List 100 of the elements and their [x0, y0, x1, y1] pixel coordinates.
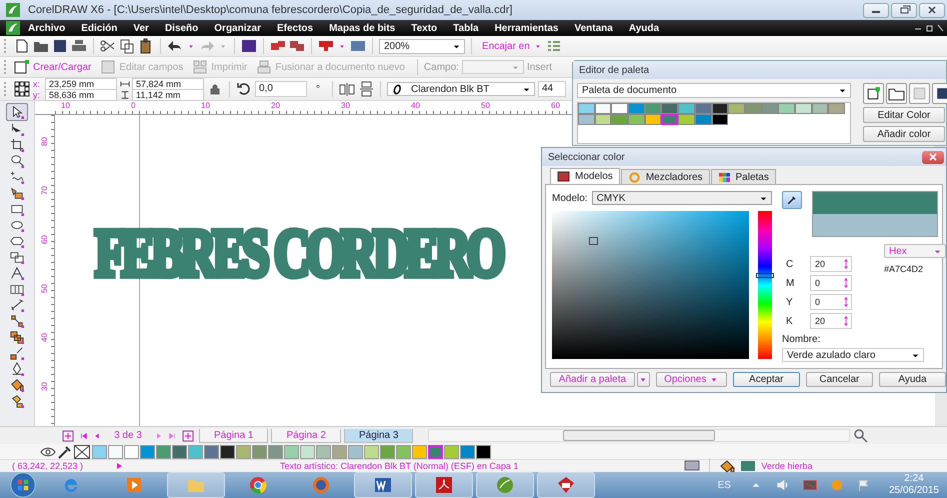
menu-item[interactable]: Diseño — [156, 22, 206, 34]
color-swatch[interactable] — [628, 114, 645, 125]
pointer-icon[interactable] — [6, 103, 28, 121]
field-dropdown[interactable] — [462, 60, 524, 74]
page-tab[interactable]: Página 1 — [199, 428, 268, 442]
channel-spinbox[interactable]: 0 — [810, 275, 852, 291]
color-swatch[interactable] — [236, 444, 251, 458]
new-document-icon[interactable] — [14, 38, 30, 54]
color-swatch[interactable] — [444, 444, 459, 458]
color-swatch[interactable] — [828, 103, 845, 114]
restore-button[interactable] — [891, 2, 917, 18]
color-swatch[interactable] — [188, 444, 203, 458]
menu-item[interactable]: Ver — [125, 22, 157, 34]
word-icon[interactable] — [354, 472, 412, 498]
dialog-tab[interactable]: Modelos — [550, 168, 620, 184]
artistic-text[interactable]: FEBRES CORDERO — [95, 219, 502, 286]
options-icon[interactable] — [546, 38, 562, 54]
color-field[interactable] — [552, 211, 749, 359]
menu-item[interactable]: Efectos — [268, 22, 322, 34]
accept-button[interactable]: Aceptar — [732, 372, 800, 387]
color-swatch[interactable] — [594, 114, 612, 125]
color-swatch[interactable] — [172, 444, 187, 458]
color-swatch[interactable] — [124, 444, 139, 458]
start-button[interactable] — [8, 472, 38, 498]
model-dropdown[interactable]: CMYK — [592, 191, 772, 205]
menu-item[interactable]: Edición — [73, 22, 126, 34]
dialog-button[interactable]: Cancelar — [806, 372, 873, 387]
page-tab[interactable]: Página 2 — [271, 428, 341, 442]
scroll-thumb[interactable] — [563, 430, 716, 441]
color-swatch[interactable] — [252, 444, 267, 458]
dropdown-button[interactable] — [636, 372, 650, 387]
menu-item[interactable]: Tabla — [445, 22, 487, 34]
new-palette-icon[interactable] — [863, 83, 884, 104]
close-button[interactable] — [919, 2, 945, 18]
color-swatch[interactable] — [712, 114, 728, 125]
dialog-button[interactable]: Ayuda — [878, 372, 946, 387]
no-color-swatch[interactable] — [74, 444, 90, 458]
zoom-dropdown[interactable]: 200% — [379, 38, 465, 54]
color-swatch[interactable] — [611, 103, 628, 114]
copy-icon[interactable] — [119, 38, 135, 54]
minimize-button[interactable] — [863, 2, 889, 18]
color-swatch[interactable] — [712, 103, 728, 114]
color-swatch[interactable] — [108, 444, 123, 458]
add-page-icon[interactable] — [180, 428, 196, 444]
color-swatch[interactable] — [578, 114, 595, 125]
color-swatch[interactable] — [348, 444, 363, 458]
color-swatch[interactable] — [678, 114, 695, 125]
color-swatch[interactable] — [284, 444, 299, 458]
palette-button[interactable]: Editar Color — [863, 107, 945, 123]
triangle-icon[interactable] — [114, 461, 124, 471]
palette-dropdown[interactable]: Paleta de documento — [577, 83, 851, 98]
hue-thumb[interactable] — [756, 273, 774, 278]
page-tab[interactable]: Página 3 — [344, 428, 414, 442]
mirror-vertical-icon[interactable] — [358, 81, 374, 97]
close-button[interactable] — [922, 150, 944, 164]
color-name-dropdown[interactable]: Verde azulado claro — [782, 348, 924, 362]
color-swatch[interactable] — [300, 444, 315, 458]
dialog-tab[interactable]: Paletas — [710, 169, 776, 184]
reference-point-icon[interactable] — [14, 81, 30, 97]
color-swatch[interactable] — [476, 444, 491, 458]
menu-item[interactable]: Herramientas — [486, 22, 566, 34]
color-swatch[interactable] — [611, 114, 628, 125]
export-icon[interactable] — [289, 38, 305, 54]
color-swatch[interactable] — [460, 444, 475, 458]
menu-item[interactable]: Organizar — [206, 22, 269, 34]
color-swatch[interactable] — [316, 444, 331, 458]
palette-button[interactable]: Añadir color — [863, 126, 945, 142]
dialog-tab[interactable]: Mezcladores — [620, 169, 710, 184]
channel-spinbox[interactable]: 20 — [810, 256, 852, 272]
print-icon[interactable] — [71, 38, 87, 54]
zoom-icon[interactable] — [853, 428, 870, 444]
menu-item[interactable]: Mapas de bits — [321, 22, 404, 34]
color-swatch[interactable] — [332, 444, 347, 458]
color-swatch[interactable] — [694, 103, 712, 114]
scissors-icon[interactable] — [100, 38, 116, 54]
hue-slider[interactable] — [758, 211, 772, 359]
color-swatch[interactable] — [678, 103, 695, 114]
color-swatch[interactable] — [728, 103, 745, 114]
width-field[interactable]: 57,824 mm — [132, 78, 204, 90]
color-swatch[interactable] — [268, 444, 283, 458]
menu-item[interactable]: Ventana — [566, 22, 621, 34]
color-swatch[interactable] — [661, 103, 678, 114]
color-swatch[interactable] — [812, 103, 828, 114]
color-swatch[interactable] — [744, 103, 762, 114]
color-swatch[interactable] — [644, 103, 662, 114]
publish-icon[interactable] — [318, 38, 334, 54]
color-swatch[interactable] — [364, 444, 379, 458]
font-dropdown[interactable]: Clarendon Blk BT — [387, 82, 535, 96]
horizontal-scrollbar[interactable] — [428, 429, 850, 442]
color-swatch[interactable] — [594, 103, 612, 114]
color-swatch[interactable] — [661, 114, 678, 125]
channel-spinbox[interactable]: 20 — [810, 313, 852, 329]
color-swatch[interactable] — [220, 444, 235, 458]
menu-item[interactable]: Texto — [403, 22, 446, 34]
hex-dropdown[interactable]: Hex — [884, 244, 946, 258]
color-swatch[interactable] — [396, 444, 411, 458]
color-swatch[interactable] — [156, 444, 171, 458]
color-swatch[interactable] — [578, 103, 595, 114]
height-field[interactable]: 11,142 mm — [132, 88, 204, 100]
color-swatch[interactable] — [628, 103, 645, 114]
